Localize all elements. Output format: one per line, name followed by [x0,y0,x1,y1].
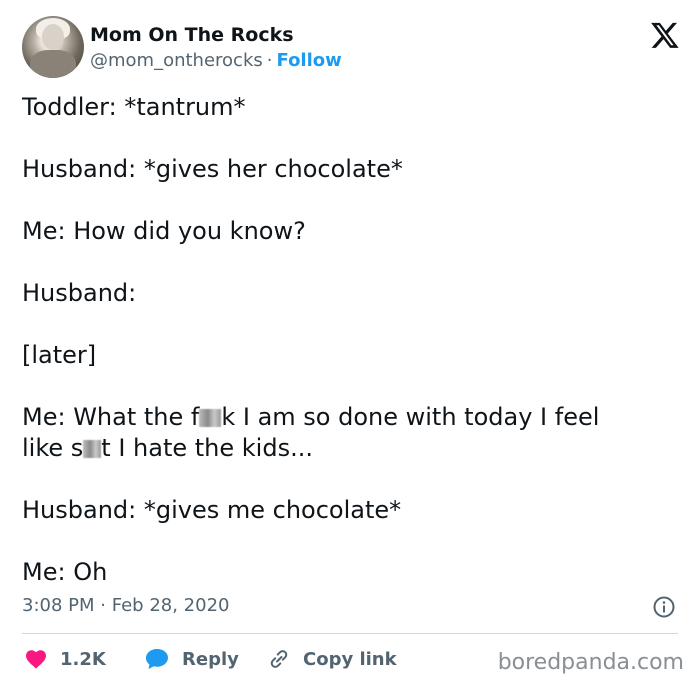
avatar-body [30,50,76,78]
copy-link-label: Copy link [303,648,397,670]
tweet-line: [later] [22,341,97,369]
info-icon[interactable] [652,595,676,619]
like-count: 1.2K [60,648,106,670]
author-name[interactable]: Mom On The Rocks [90,24,294,46]
tweet-text-fragment: like s [22,434,84,462]
link-icon [270,650,288,668]
tweet-line: Me: What the f k I am so done with today … [22,402,678,433]
watermark: boredpanda.com [497,650,684,675]
censor-blur [199,409,222,427]
reply-bubble-icon [146,649,168,669]
like-button[interactable]: 1.2K [24,643,106,675]
follow-button[interactable]: Follow [277,50,342,71]
divider [22,633,678,634]
tweet-header: Mom On The Rocks @mom_ontherocks · Follow [22,16,682,80]
author-handle[interactable]: @mom_ontherocks [90,50,263,71]
tweet-line: Husband: *gives her chocolate* [22,155,403,183]
tweet-timestamp[interactable]: 3:08 PM · Feb 28, 2020 [22,595,229,616]
tweet-line: Husband: *gives me chocolate* [22,496,402,524]
censor-blur [83,440,102,458]
author-handle-line: @mom_ontherocks · Follow [90,50,342,71]
tweet-text-fragment: k I am so done with today I feel [221,403,600,431]
copy-link-button[interactable]: Copy link [267,643,397,675]
tweet-line: like s t I hate the kids... [22,433,678,464]
tweet-line: Husband: [22,279,137,307]
tweet-line: Me: Oh [22,558,108,586]
tweet-line: Toddler: *tantrum* [22,93,246,121]
tweet-line: Me: How did you know? [22,217,306,245]
reply-label: Reply [182,648,239,670]
timestamp-separator: · [100,595,106,616]
tweet-text-fragment: Me: What the f [22,403,200,431]
x-logo-icon[interactable] [650,20,680,50]
tweet-text: Toddler: *tantrum* Husband: *gives her c… [22,92,678,588]
heart-icon [26,650,46,669]
avatar-face [42,24,64,50]
reply-button[interactable]: Reply [144,643,239,675]
avatar[interactable] [22,16,84,78]
tweet-text-fragment: t I hate the kids... [101,434,313,462]
tweet-time: 3:08 PM [22,595,95,616]
handle-separator: · [266,50,273,71]
tweet-date: Feb 28, 2020 [111,595,230,616]
